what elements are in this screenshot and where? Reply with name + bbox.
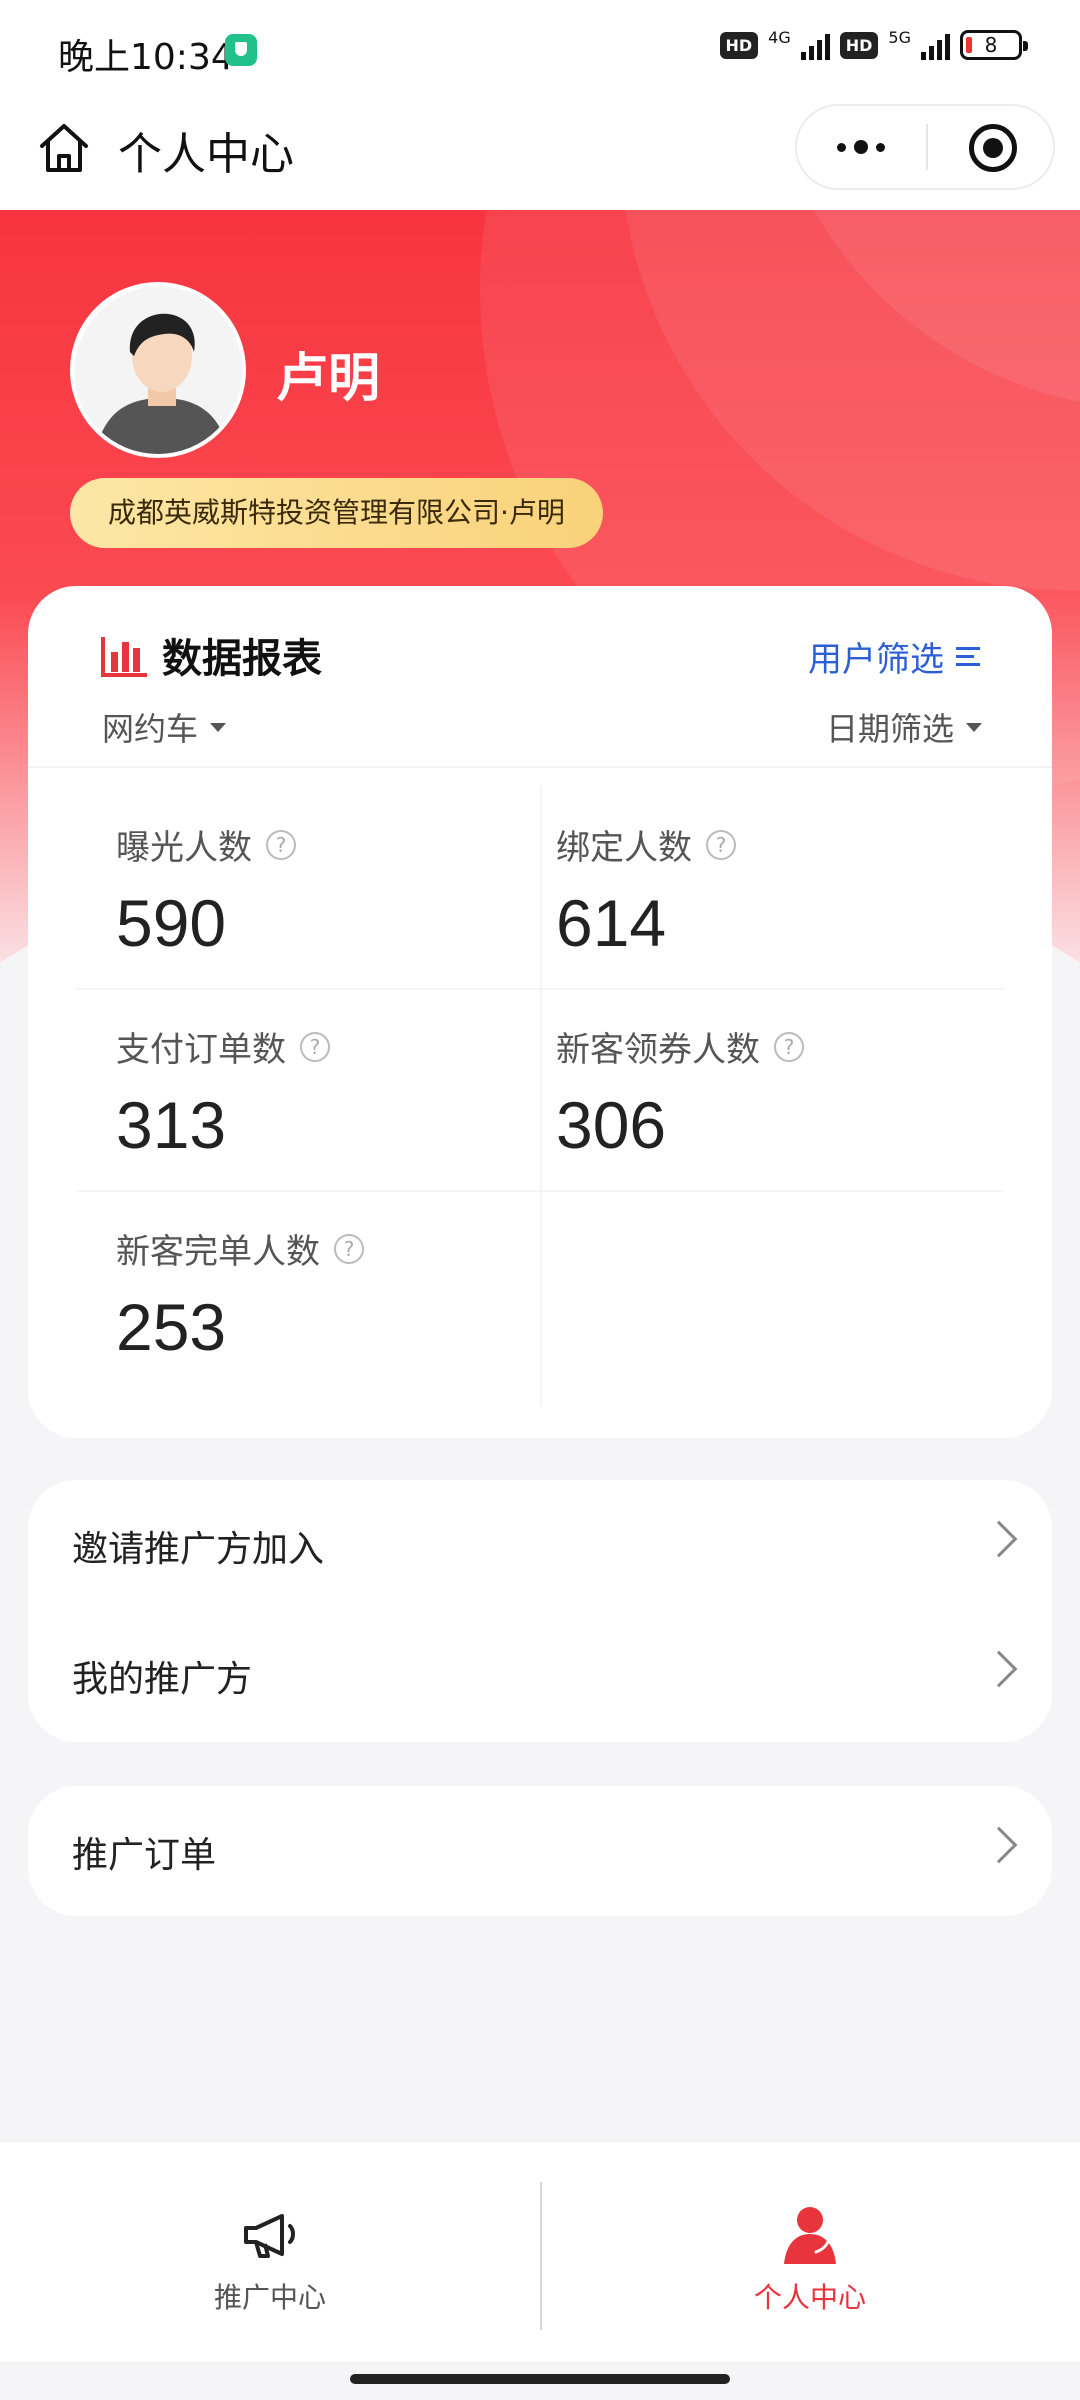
menu-label: 推广订单: [72, 1835, 217, 1876]
user-filter-label: 用户筛选: [808, 640, 944, 680]
metric-value: 590: [116, 886, 227, 960]
divider: [28, 766, 1052, 768]
tab-label: 个人中心: [753, 2281, 866, 2314]
bar-chart-icon: [101, 637, 147, 677]
category-dropdown[interactable]: 网约车: [102, 704, 227, 750]
shield-icon: [225, 34, 257, 66]
chevron-right-icon: [980, 1826, 1018, 1864]
status-indicators: HD 4G HD 5G 8: [719, 27, 1028, 60]
metric-label: 绑定人数: [556, 828, 692, 868]
battery-level: 8: [984, 33, 998, 57]
help-icon[interactable]: ?: [266, 829, 296, 860]
capsule-divider: [926, 124, 928, 170]
caret-down-icon: [966, 722, 982, 732]
person-icon: [784, 2207, 836, 2264]
divider: [76, 1190, 1004, 1192]
metric-new-completed-users: 新客完单人数? 253: [116, 1224, 364, 1365]
metric-value: 253: [116, 1290, 227, 1364]
metric-paid-orders: 支付订单数? 313: [116, 1022, 330, 1163]
help-icon[interactable]: ?: [334, 1233, 364, 1264]
promoter-menu-card: 邀请推广方加入 我的推广方: [28, 1480, 1052, 1742]
hd-badge: HD: [839, 31, 879, 59]
divider: [540, 786, 542, 1406]
tab-label: 推广中心: [213, 2281, 326, 2314]
status-time: 晚上10:34: [58, 37, 234, 78]
metric-value: 614: [556, 886, 667, 960]
network-type-label: 4G: [768, 27, 791, 47]
card-title: 数据报表: [162, 636, 322, 682]
date-filter-label: 日期筛选: [825, 710, 954, 748]
tab-promotion-center[interactable]: 推广中心: [120, 2202, 420, 2316]
page-title: 个人中心: [118, 129, 294, 180]
chevron-right-icon: [980, 1650, 1018, 1688]
user-filter-button[interactable]: 用户筛选: [808, 632, 982, 681]
data-report-card: 数据报表 用户筛选 网约车 日期筛选 曝光人数? 590 绑定人数? 614 支…: [28, 586, 1052, 1438]
metric-label: 新客完单人数: [116, 1232, 320, 1272]
capsule-menu: [795, 104, 1055, 190]
more-icon[interactable]: [797, 106, 925, 188]
company-tag: 成都英威斯特投资管理有限公司·卢明: [70, 478, 603, 548]
divider: [76, 988, 1004, 990]
date-filter-dropdown[interactable]: 日期筛选: [826, 704, 982, 750]
help-icon[interactable]: ?: [774, 1031, 804, 1062]
avatar-image: [74, 286, 242, 454]
metric-exposure: 曝光人数? 590: [116, 820, 296, 961]
network-type-label: 5G: [888, 27, 911, 47]
metric-value: 306: [556, 1088, 667, 1162]
chevron-right-icon: [980, 1520, 1018, 1558]
user-name: 卢明: [276, 349, 381, 409]
tab-bar: 推广中心 个人中心: [0, 2142, 1080, 2362]
signal-icon: [921, 30, 950, 60]
promotion-orders-item[interactable]: 推广订单: [28, 1786, 1052, 1916]
avatar[interactable]: [70, 282, 246, 458]
metric-label: 新客领券人数: [556, 1030, 760, 1070]
home-indicator: [350, 2374, 730, 2384]
orders-menu-card: 推广订单: [28, 1786, 1052, 1916]
my-promoters-item[interactable]: 我的推广方: [28, 1610, 1052, 1740]
megaphone-icon: [244, 2214, 295, 2258]
metric-bound: 绑定人数? 614: [556, 820, 736, 961]
signal-icon: [800, 30, 830, 60]
tab-divider: [540, 2182, 542, 2330]
home-icon[interactable]: [36, 120, 92, 176]
category-label: 网约车: [102, 710, 199, 748]
metric-value: 313: [116, 1088, 227, 1162]
metric-new-coupon-users: 新客领券人数? 306: [556, 1022, 804, 1163]
invite-promoter-item[interactable]: 邀请推广方加入: [28, 1480, 1052, 1610]
menu-label: 我的推广方: [72, 1659, 253, 1700]
menu-label: 邀请推广方加入: [72, 1529, 325, 1570]
close-icon[interactable]: [969, 124, 1017, 172]
help-icon[interactable]: ?: [706, 829, 736, 860]
status-bar: 晚上10:34 HD 4G HD 5G 8: [0, 0, 1080, 100]
battery-icon: 8: [960, 30, 1028, 60]
help-icon[interactable]: ?: [300, 1031, 330, 1062]
tab-personal-center[interactable]: 个人中心: [660, 2202, 960, 2316]
metric-label: 曝光人数: [116, 828, 252, 868]
caret-down-icon: [210, 722, 227, 732]
nav-bar: 个人中心: [0, 100, 1080, 210]
hd-badge: HD: [719, 31, 759, 59]
filter-icon: [956, 644, 982, 670]
metric-label: 支付订单数: [116, 1030, 286, 1070]
